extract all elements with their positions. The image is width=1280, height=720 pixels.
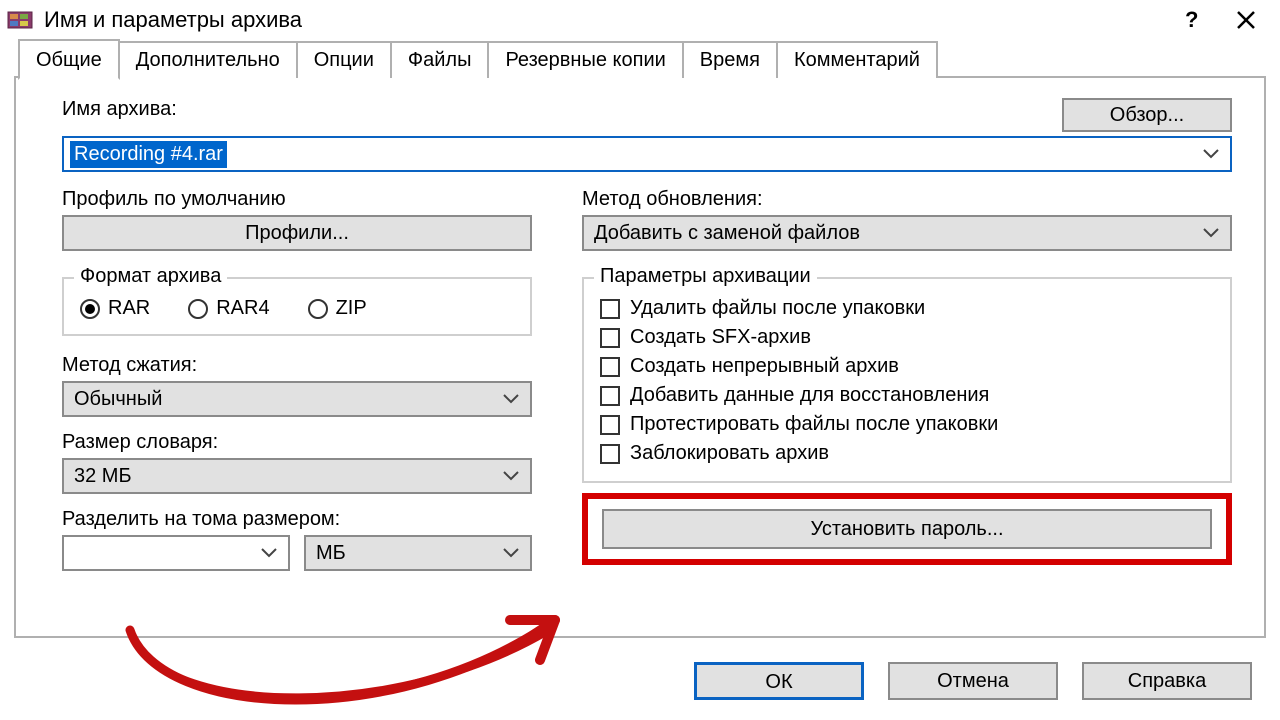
dialog-window: Имя и параметры архива ? Общие Дополните…	[0, 0, 1280, 720]
default-profile-label: Профиль по умолчанию	[62, 188, 532, 211]
profiles-button[interactable]: Профили...	[62, 215, 532, 251]
tab-general[interactable]: Общие	[18, 39, 120, 80]
opt-solid[interactable]: Создать непрерывный архив	[600, 355, 1214, 378]
chevron-down-icon	[260, 547, 278, 559]
archiving-params-legend: Параметры архивации	[594, 265, 817, 288]
compression-label: Метод сжатия:	[62, 354, 532, 377]
set-password-button[interactable]: Установить пароль...	[602, 509, 1212, 549]
chevron-down-icon	[1202, 227, 1220, 239]
split-unit-dropdown[interactable]: МБ	[304, 535, 532, 571]
close-button[interactable]	[1218, 2, 1274, 38]
dict-size-dropdown[interactable]: 32 МБ	[62, 458, 532, 494]
split-size-input[interactable]	[62, 535, 290, 571]
format-rar4-radio[interactable]: RAR4	[188, 297, 269, 320]
dict-size-value: 32 МБ	[74, 465, 132, 488]
tab-files[interactable]: Файлы	[390, 41, 490, 78]
cancel-button[interactable]: Отмена	[888, 662, 1058, 700]
split-label: Разделить на тома размером:	[62, 508, 532, 531]
compression-value: Обычный	[74, 388, 162, 411]
svg-text:?: ?	[1185, 9, 1198, 31]
tab-options[interactable]: Опции	[296, 41, 392, 78]
archive-name-input[interactable]: Recording #4.rar	[62, 136, 1232, 172]
format-zip-radio[interactable]: ZIP	[308, 297, 367, 320]
dialog-footer: ОК Отмена Справка	[694, 662, 1252, 700]
opt-lock[interactable]: Заблокировать архив	[600, 442, 1214, 465]
update-method-label: Метод обновления:	[582, 188, 1232, 211]
format-rar4-label: RAR4	[216, 297, 269, 320]
opt-sfx[interactable]: Создать SFX-архив	[600, 326, 1214, 349]
ok-button[interactable]: ОК	[694, 662, 864, 700]
tab-backup[interactable]: Резервные копии	[487, 41, 683, 78]
chevron-down-icon	[502, 547, 520, 559]
tab-time[interactable]: Время	[682, 41, 778, 78]
opt-test[interactable]: Протестировать файлы после упаковки	[600, 413, 1214, 436]
window-title: Имя и параметры архива	[44, 7, 1162, 33]
tab-bar: Общие Дополнительно Опции Файлы Резервны…	[0, 40, 1280, 78]
archive-name-label: Имя архива:	[62, 98, 1044, 121]
update-method-dropdown[interactable]: Добавить с заменой файлов	[582, 215, 1232, 251]
chevron-down-icon	[502, 393, 520, 405]
format-rar-label: RAR	[108, 297, 150, 320]
opt-delete-after[interactable]: Удалить файлы после упаковки	[600, 297, 1214, 320]
help-button[interactable]: ?	[1162, 2, 1218, 38]
split-unit-value: МБ	[316, 542, 346, 565]
tab-comment[interactable]: Комментарий	[776, 41, 938, 78]
format-rar-radio[interactable]: RAR	[80, 297, 150, 320]
help-footer-button[interactable]: Справка	[1082, 662, 1252, 700]
opt-recovery[interactable]: Добавить данные для восстановления	[600, 384, 1214, 407]
general-panel: Имя архива: Обзор... Recording #4.rar Пр…	[14, 78, 1266, 638]
tab-advanced[interactable]: Дополнительно	[118, 41, 298, 78]
titlebar: Имя и параметры архива ?	[0, 0, 1280, 40]
chevron-down-icon	[1202, 148, 1220, 160]
format-zip-label: ZIP	[336, 297, 367, 320]
browse-button[interactable]: Обзор...	[1062, 98, 1232, 132]
update-method-value: Добавить с заменой файлов	[594, 222, 860, 245]
password-highlight: Установить пароль...	[582, 493, 1232, 565]
archive-format-legend: Формат архива	[74, 265, 227, 288]
archive-name-value: Recording #4.rar	[70, 141, 227, 168]
dict-size-label: Размер словаря:	[62, 431, 532, 454]
chevron-down-icon	[502, 470, 520, 482]
app-icon	[6, 6, 34, 34]
compression-dropdown[interactable]: Обычный	[62, 381, 532, 417]
